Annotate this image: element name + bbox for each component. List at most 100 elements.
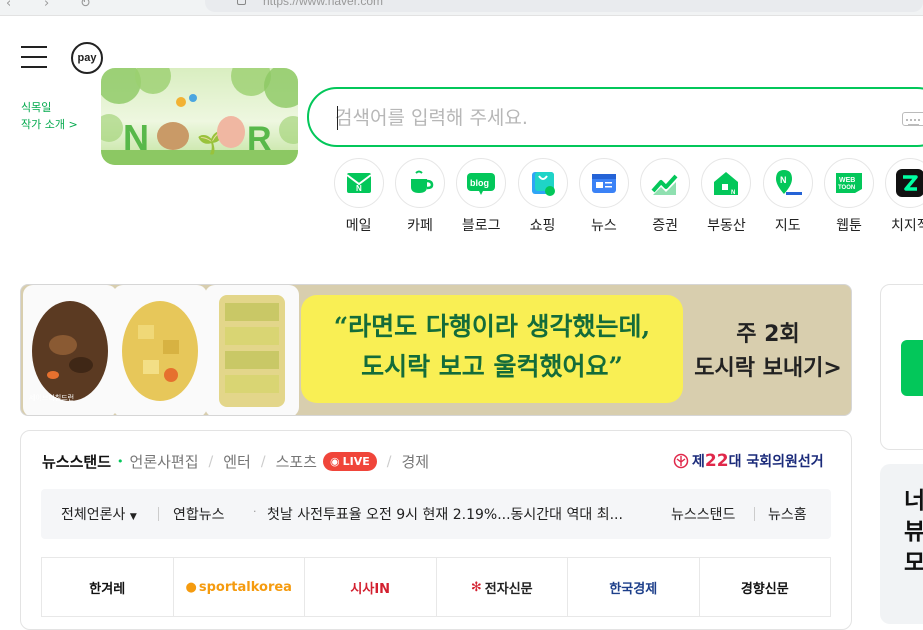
search-input[interactable] [335, 103, 895, 133]
service-map[interactable]: N 지도 [757, 158, 818, 238]
press-logo-sportalkorea[interactable]: ● sportalkorea [174, 558, 305, 616]
keyboard-icon[interactable] [902, 112, 923, 126]
login-panel [880, 284, 923, 450]
tab-sports[interactable]: 스포츠 [276, 451, 317, 472]
svg-text:N: N [731, 190, 735, 196]
ad-cta-line: 도시락 보내기> [694, 356, 842, 381]
press-logo-hani[interactable]: 한겨레 [42, 558, 174, 616]
news-icon [578, 158, 629, 208]
service-label: 뉴스 [590, 218, 617, 234]
menu-button[interactable] [21, 46, 47, 68]
svg-text:N: N [780, 175, 787, 185]
naver-doodle-logo[interactable]: N 🌱 R [101, 68, 298, 165]
service-chzzk[interactable]: 치지직 [880, 158, 923, 238]
address-url[interactable]: https://www.naver.com [263, 0, 383, 8]
ad-cta-line: 주 2회 [736, 322, 800, 347]
service-mail[interactable]: N 메일 [328, 158, 389, 238]
food-image-2 [113, 285, 207, 415]
menu-icon-bar [21, 56, 47, 58]
forward-icon[interactable]: › [44, 0, 49, 11]
press-logo-dot: ● [185, 579, 197, 595]
address-bar[interactable]: https://www.naver.com [205, 0, 923, 12]
service-label: 블로그 [461, 218, 501, 234]
live-radio-icon: ◉ [329, 455, 340, 468]
ad-quote: “라면도 다행이라 생각했는데, 도시락 보고 울컥했어요” [301, 307, 683, 387]
service-label: 메일 [345, 218, 372, 234]
map-pin-icon: N [762, 158, 813, 208]
tab-dot: • [117, 455, 124, 468]
news-home-link[interactable]: 뉴스홈 [768, 504, 807, 524]
service-news[interactable]: 뉴스 [573, 158, 634, 238]
doodle-caption[interactable]: 식목일 작가 소개 > [21, 99, 78, 133]
service-label: 웹툰 [836, 218, 862, 234]
tab-entertainment[interactable]: 엔터 [223, 451, 251, 472]
ad-brand: 세이브더칠드런 [29, 394, 75, 402]
service-label: 지도 [774, 218, 801, 234]
press-logo-mark: ✻ [470, 579, 482, 595]
reload-icon[interactable]: ↻ [80, 0, 91, 11]
side-promo-text: 너 뷰 모 [904, 486, 923, 579]
ballot-stamp-icon [673, 453, 689, 469]
tab-newsstand[interactable]: 뉴스스탠드 [42, 451, 111, 472]
ticker-headline[interactable]: 첫날 사전투표율 오전 9시 현재 2.19%...동시간대 역대 최... [267, 504, 637, 524]
ticker-press[interactable]: 연합뉴스 [173, 504, 225, 524]
election-suffix: 대 국회의원선거 [728, 454, 824, 470]
service-stock[interactable]: 증권 [634, 158, 695, 238]
svg-text:blog: blog [470, 178, 489, 188]
press-logo-sisain[interactable]: 시사IN [305, 558, 437, 616]
tab-press-edit[interactable]: 언론사편집 [130, 451, 199, 472]
newsstand-link[interactable]: 뉴스스탠드 [671, 504, 735, 524]
browser-toolbar: ‹ › ↻ https://www.naver.com [0, 0, 923, 16]
ticker-dot: · [253, 505, 257, 518]
tab-separator: / [386, 453, 392, 470]
ticker-divider [754, 507, 755, 521]
svg-text:TOON: TOON [838, 185, 855, 191]
webtoon-icon: WEB TOON [824, 158, 875, 208]
service-cafe[interactable]: 카페 [389, 158, 450, 238]
service-label: 증권 [652, 218, 679, 234]
food-image-3 [205, 285, 299, 415]
back-icon[interactable]: ‹ [6, 0, 11, 11]
service-blog[interactable]: blog 블로그 [451, 158, 512, 238]
tab-separator: / [260, 453, 266, 470]
tab-economy[interactable]: 경제 [401, 451, 429, 472]
service-realestate[interactable]: N 부동산 [696, 158, 757, 238]
all-press-dropdown[interactable]: 전체언론사 ▼ [61, 504, 137, 524]
mail-icon: N [333, 158, 384, 208]
press-logo-text: 전자신문 [484, 581, 533, 597]
press-logo-khan[interactable]: 경향신문 [700, 558, 831, 616]
banner-ad[interactable]: 세이브더칠드런 “라면도 다행이라 생각했는데, 도시락 보고 울컥했어요” 주… [20, 284, 852, 416]
svg-text:R: R [247, 120, 272, 158]
house-icon: N [701, 158, 752, 208]
service-label: 쇼핑 [529, 218, 556, 234]
doodle-caption-title: 식목일 [21, 101, 52, 114]
svg-text:N: N [123, 117, 149, 158]
press-logo-text: sportalkorea [198, 579, 292, 595]
doodle-caption-link[interactable]: 작가 소개 > [21, 116, 78, 133]
all-press-label: 전체언론사 [61, 507, 126, 523]
service-label: 카페 [407, 218, 433, 234]
election-banner[interactable]: 제 22 대 국회의원선거 [673, 451, 824, 471]
menu-icon-bar [21, 46, 47, 48]
ad-quote-line: “라면도 다행이라 생각했는데, [333, 312, 651, 341]
svg-text:N: N [356, 184, 362, 193]
press-logo-etnews[interactable]: ✻ 전자신문 [437, 558, 568, 616]
live-badge[interactable]: ◉ LIVE [322, 452, 377, 471]
press-logo-grid: 한겨레 ● sportalkorea 시사IN ✻ 전자신문 한국경제 경향신문 [41, 557, 831, 617]
keyboard-icon-keys [906, 119, 920, 126]
ad-cta[interactable]: 주 2회 도시락 보내기> [693, 318, 843, 386]
pay-button[interactable]: pay [71, 42, 103, 74]
login-button[interactable] [901, 340, 923, 396]
side-promo-char: 모 [904, 550, 923, 576]
service-shopping[interactable]: 쇼핑 [512, 158, 573, 238]
news-ticker: 전체언론사 ▼ 연합뉴스 · 첫날 사전투표율 오전 9시 현재 2.19%..… [41, 489, 831, 539]
side-promo-char: 너 [904, 488, 923, 514]
chzzk-icon [885, 158, 923, 208]
press-logo-text: 한겨레 [89, 581, 126, 597]
service-webtoon[interactable]: WEB TOON 웹툰 [818, 158, 879, 238]
lock-icon [237, 0, 246, 5]
press-logo-hankyung[interactable]: 한국경제 [568, 558, 700, 616]
side-promo-char: 뷰 [904, 519, 923, 545]
press-logo-text: 경향신문 [740, 581, 789, 597]
doodle-illustration: N 🌱 R [101, 68, 298, 165]
